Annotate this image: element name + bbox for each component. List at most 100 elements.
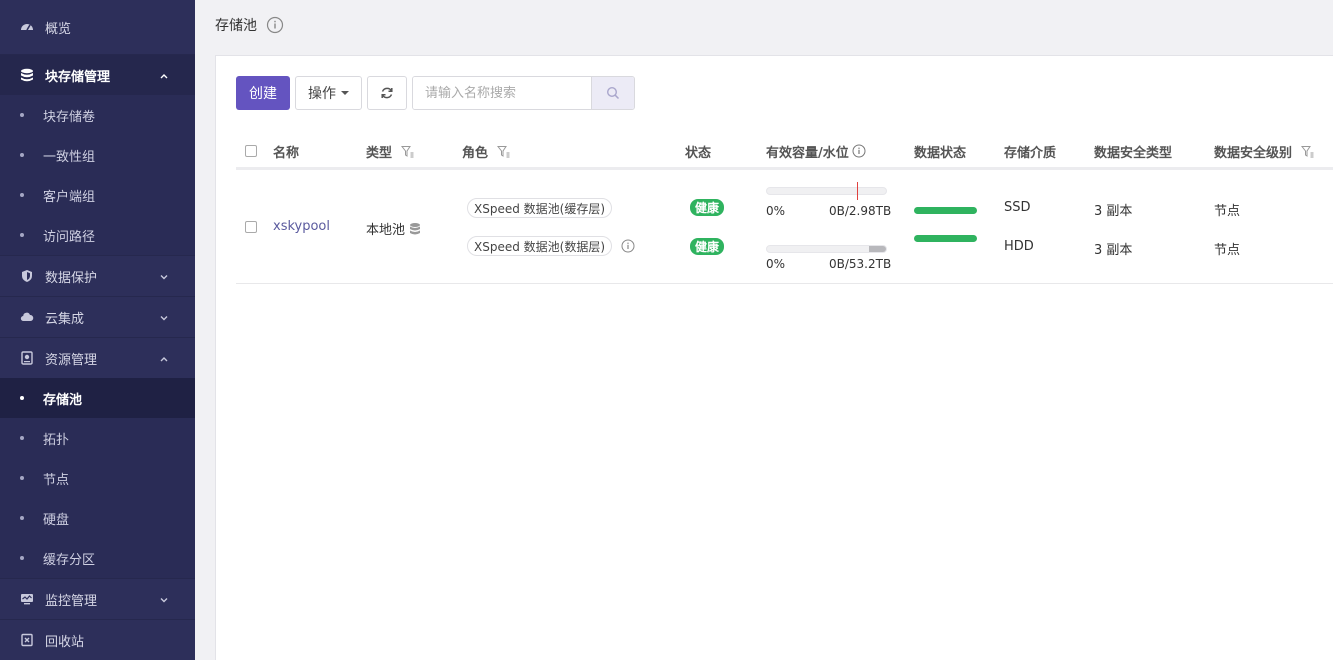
- refresh-icon: [381, 87, 393, 99]
- data-status-bar: [914, 235, 977, 242]
- sidebar-item-topology[interactable]: 拓扑: [0, 418, 195, 458]
- page-title: 存储池: [215, 18, 257, 34]
- status-badge: 健康: [690, 199, 725, 216]
- bullet-icon: [20, 476, 24, 480]
- sidebar-item-label: 一致性组: [43, 149, 96, 165]
- capacity-fill: [869, 246, 886, 252]
- header-name[interactable]: 名称: [273, 142, 299, 161]
- nav-group-cloud[interactable]: 云集成: [0, 296, 195, 337]
- operate-label: 操作: [308, 86, 336, 102]
- operate-dropdown[interactable]: 操作: [295, 76, 362, 110]
- bullet-icon: [20, 193, 24, 197]
- search-icon: [606, 86, 620, 100]
- filter-icon[interactable]: [497, 145, 510, 158]
- sidebar-item-label: 拓扑: [43, 432, 70, 448]
- shield-icon: [20, 269, 34, 283]
- header-status: 状态: [685, 145, 712, 161]
- sidebar-item-label: 存储池: [43, 392, 83, 408]
- nav-group-label: 云集成: [45, 311, 85, 327]
- header-role-label: 角色: [462, 145, 489, 161]
- capacity-bar: [766, 245, 887, 253]
- pool-name-link[interactable]: xskypool: [273, 219, 330, 234]
- database-icon: [20, 68, 34, 82]
- info-icon[interactable]: [266, 16, 284, 34]
- nav-group-label: 数据保护: [45, 270, 98, 286]
- recycle-icon: [20, 633, 34, 647]
- nav-group-block-storage[interactable]: 块存储管理: [0, 54, 195, 95]
- role-tag: XSpeed 数据池(数据层): [467, 236, 613, 256]
- capacity-percent: 0%: [766, 257, 786, 271]
- cloud-icon: [20, 310, 34, 324]
- pool-type: 本地池: [366, 219, 421, 238]
- sidebar-item-label: 硬盘: [43, 512, 70, 528]
- sidebar-item-label: 访问路径: [43, 229, 96, 245]
- header-capacity: 有效容量/水位: [766, 142, 866, 161]
- search-button[interactable]: [591, 77, 634, 109]
- watermark-line: [856, 182, 858, 200]
- table-row[interactable]: xskypool 本地池 XSpeed 数据池(缓存层) 健康 0% 0B/2.…: [236, 173, 1333, 284]
- nav-overview-label: 概览: [45, 21, 72, 37]
- bullet-icon: [20, 233, 24, 237]
- capacity-bar: [766, 187, 887, 195]
- status-badge: 健康: [690, 238, 725, 255]
- chevron-down-icon: [159, 271, 169, 281]
- sidebar: 概览 块存储管理 块存储卷 一致性组 客户端组 访问路径 数据保护 云集成 资源…: [0, 0, 195, 660]
- media: SSD: [1004, 200, 1031, 215]
- sidebar-item-volumes[interactable]: 块存储卷: [0, 95, 195, 135]
- sidebar-item-label: 缓存分区: [43, 552, 96, 568]
- nav-group-recycle[interactable]: 回收站: [0, 619, 195, 660]
- sidebar-item-disks[interactable]: 硬盘: [0, 498, 195, 538]
- bullet-icon: [20, 516, 24, 520]
- chevron-down-icon: [159, 594, 169, 604]
- chevron-up-icon: [159, 353, 169, 363]
- capacity-text: 0B/2.98TB: [829, 204, 892, 218]
- pool-type-label: 本地池: [366, 223, 406, 238]
- filter-icon[interactable]: [1301, 145, 1314, 158]
- search-input[interactable]: [413, 77, 591, 109]
- sidebar-item-access-path[interactable]: 访问路径: [0, 215, 195, 255]
- sidebar-item-storage-pool[interactable]: 存储池: [0, 378, 195, 418]
- info-icon[interactable]: [852, 144, 866, 158]
- select-all-checkbox[interactable]: [245, 142, 257, 160]
- bullet-icon: [20, 396, 24, 400]
- header-capacity-label: 有效容量/水位: [766, 145, 849, 161]
- header-role: 角色: [462, 142, 510, 161]
- bullet-icon: [20, 113, 24, 117]
- security-level: 节点: [1214, 243, 1241, 258]
- filter-icon[interactable]: [401, 145, 414, 158]
- database-icon: [410, 222, 421, 234]
- header-media: 存储介质: [1004, 145, 1057, 161]
- sidebar-item-consistency-group[interactable]: 一致性组: [0, 135, 195, 175]
- caret-down-icon: [341, 91, 349, 95]
- header-security-level-label: 数据安全级别: [1214, 145, 1293, 161]
- create-button[interactable]: 创建: [236, 76, 290, 110]
- role-tag: XSpeed 数据池(缓存层): [467, 198, 613, 218]
- media: HDD: [1004, 239, 1034, 254]
- chevron-up-icon: [159, 70, 169, 80]
- nav-group-label: 监控管理: [45, 593, 98, 609]
- bullet-icon: [20, 556, 24, 560]
- disk-icon: [20, 351, 34, 365]
- content-panel: 创建 操作 名称 类型 角色 状态 有效容量/水位: [215, 55, 1333, 660]
- toolbar: 创建 操作: [236, 76, 635, 110]
- sidebar-item-nodes[interactable]: 节点: [0, 458, 195, 498]
- sidebar-item-client-group[interactable]: 客户端组: [0, 175, 195, 215]
- nav-group-resource[interactable]: 资源管理: [0, 337, 195, 378]
- nav-group-monitor[interactable]: 监控管理: [0, 578, 195, 619]
- header-data-status: 数据状态: [914, 145, 967, 161]
- refresh-button[interactable]: [367, 76, 407, 110]
- bullet-icon: [20, 153, 24, 157]
- nav-overview[interactable]: 概览: [0, 0, 195, 54]
- security-level: 节点: [1214, 204, 1241, 219]
- row-checkbox[interactable]: [245, 221, 257, 233]
- nav-group-label: 回收站: [45, 634, 85, 650]
- header-type-label: 类型: [366, 145, 393, 161]
- monitor-icon: [20, 592, 34, 606]
- bullet-icon: [20, 436, 24, 440]
- capacity-percent: 0%: [766, 204, 786, 218]
- sidebar-item-cache-partition[interactable]: 缓存分区: [0, 538, 195, 578]
- security-type: 3 副本: [1094, 204, 1133, 219]
- header-security-level: 数据安全级别: [1214, 142, 1314, 161]
- nav-group-data-protection[interactable]: 数据保护: [0, 255, 195, 296]
- info-icon[interactable]: [621, 239, 635, 253]
